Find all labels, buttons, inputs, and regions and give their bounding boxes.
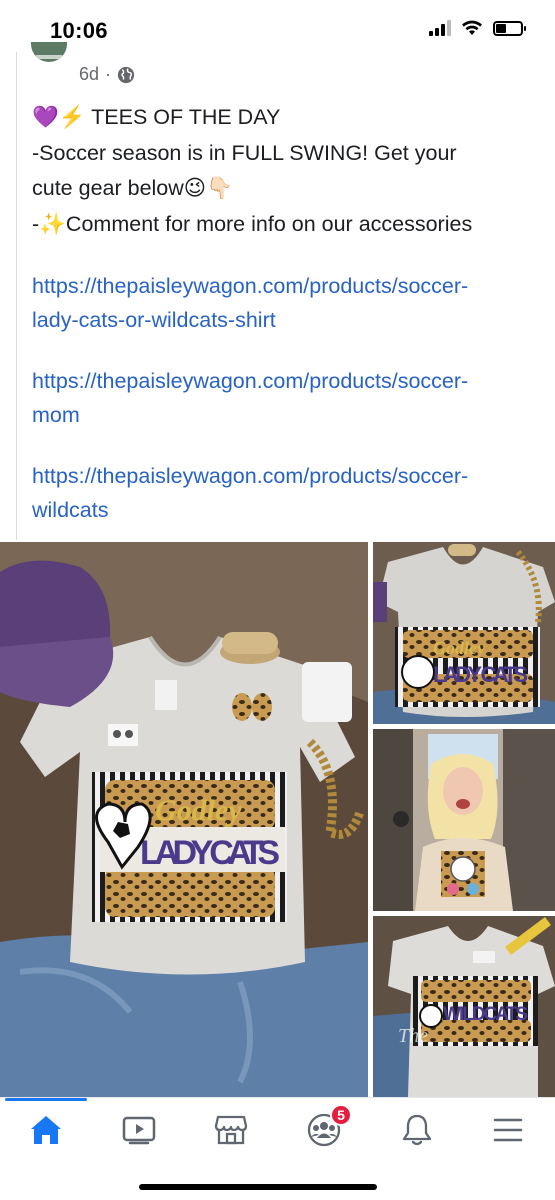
shirt-text-main: LADY CATS: [140, 834, 280, 872]
status-time: 10:06: [50, 18, 108, 43]
post-meta: 6d ·: [79, 64, 135, 85]
tab-marketplace[interactable]: [207, 1110, 255, 1150]
battery-icon: [493, 20, 526, 36]
photo-side-1[interactable]: Godley LADY CATS: [373, 542, 555, 724]
link-text[interactable]: mom: [32, 398, 542, 432]
status-bar: 10:06: [0, 0, 555, 60]
link-text[interactable]: lady-cats-or-wildcats-shirt: [32, 303, 542, 337]
menu-icon[interactable]: [492, 1116, 524, 1144]
post-line-4: -✨Comment for more info on our accessori…: [32, 211, 473, 236]
shirt-text-script: Godley: [155, 794, 242, 827]
product-link-soccer-mom[interactable]: https://thepaisleywagon.com/products/soc…: [32, 364, 542, 432]
photo-main[interactable]: Godley LADY CATS: [0, 542, 368, 1097]
home-icon[interactable]: [29, 1114, 63, 1146]
post-header: 6d ·: [17, 42, 537, 92]
tab-notifications[interactable]: [393, 1110, 441, 1150]
link-text[interactable]: https://thepaisleywagon.com/products/soc…: [32, 269, 542, 303]
cellular-signal-icon: [429, 20, 451, 36]
post-line-2: -Soccer season is in FULL SWING! Get you…: [32, 140, 457, 165]
link-text[interactable]: wildcats: [32, 493, 542, 527]
tab-home[interactable]: [22, 1110, 70, 1150]
post-text: 💜⚡️ TEES OF THE DAY -Soccer season is in…: [32, 100, 542, 527]
post-age[interactable]: 6d: [79, 64, 99, 85]
post-card: 6d · 💜⚡️ TEES OF THE DAY -Soccer season …: [16, 42, 555, 540]
groups-notification-badge: 5: [330, 1104, 352, 1126]
marketplace-icon[interactable]: [214, 1114, 248, 1146]
globe-icon[interactable]: [117, 66, 135, 84]
product-link-wildcats[interactable]: https://thepaisleywagon.com/products/soc…: [32, 459, 542, 527]
photo-side-3[interactable]: WILDCATS The: [373, 916, 555, 1097]
product-link-lady-cats[interactable]: https://thepaisleywagon.com/products/soc…: [32, 269, 542, 337]
shirt-text-script: Godley: [433, 638, 486, 658]
photo-side-2[interactable]: [373, 729, 555, 911]
shirt-text-main: WILDCATS: [443, 1004, 528, 1025]
shirt-text-main: LADY CATS: [433, 662, 528, 687]
tab-menu[interactable]: [484, 1110, 532, 1150]
post-line-3: cute gear below😉👇🏻: [32, 176, 233, 200]
link-text[interactable]: https://thepaisleywagon.com/products/soc…: [32, 364, 542, 398]
meta-separator: ·: [105, 64, 112, 84]
watermark-text: The: [398, 1025, 428, 1047]
page-avatar[interactable]: [31, 42, 67, 62]
wifi-icon: [462, 20, 482, 35]
watch-icon[interactable]: [122, 1115, 156, 1145]
tab-groups[interactable]: 5: [300, 1104, 352, 1150]
post-line-title: 💜⚡️ TEES OF THE DAY: [32, 105, 281, 129]
bell-icon[interactable]: [401, 1113, 433, 1147]
tab-watch[interactable]: [115, 1110, 163, 1150]
link-text[interactable]: https://thepaisleywagon.com/products/soc…: [32, 459, 542, 493]
photo-grid: Godley LADY CATS Godley LADY CATS WILDCA…: [0, 542, 555, 1097]
home-indicator[interactable]: [139, 1184, 377, 1190]
active-tab-indicator: [5, 1098, 87, 1101]
status-icons: [429, 20, 526, 36]
